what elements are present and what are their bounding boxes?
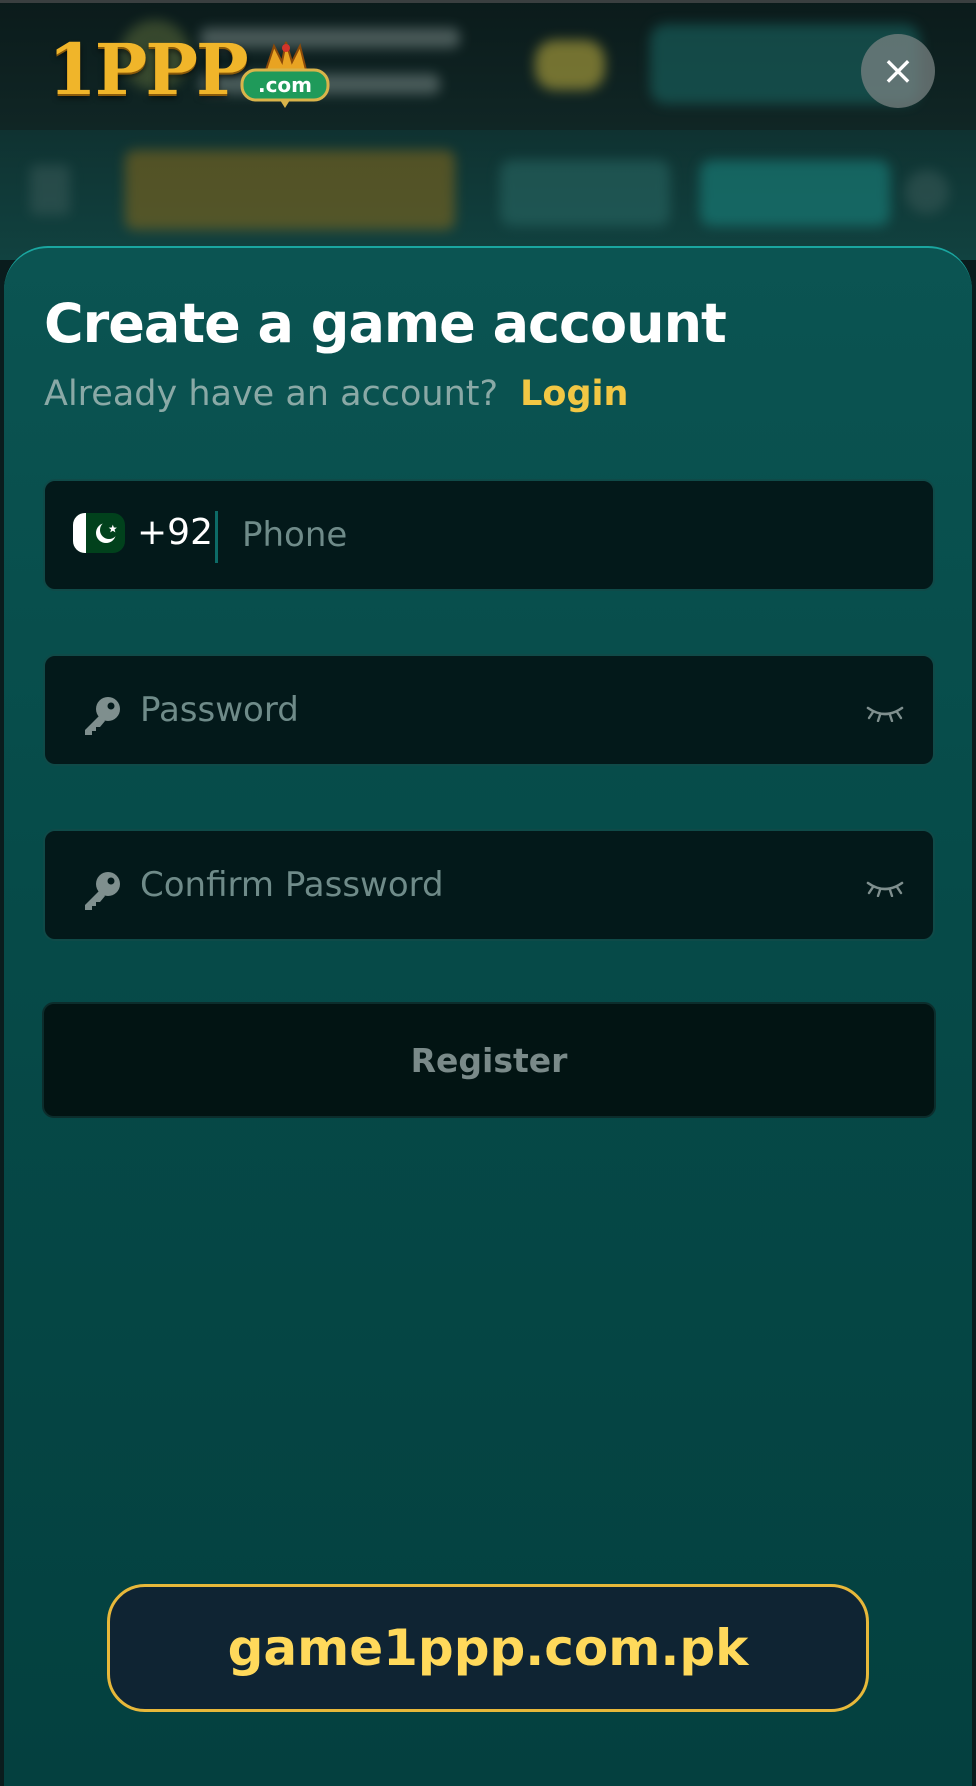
logo-badge-text: .com [258,73,312,97]
dial-code[interactable]: +92 [137,512,213,553]
close-icon: × [881,48,915,94]
register-sheet: Create a game account Already have an ac… [4,246,972,1786]
phone-input[interactable] [242,481,902,589]
background-blur-login [500,160,670,226]
logo-text: 1PPP [48,28,249,111]
confirm-password-field [43,829,935,941]
key-icon [85,872,120,910]
password-field [43,654,935,766]
brand-logo: 1PPP .com [48,28,330,111]
page-title: Create a game account [44,292,727,355]
password-input[interactable] [140,656,820,764]
background-blur-logo [125,150,455,230]
close-button[interactable]: × [861,34,935,108]
site-watermark: game1ppp.com.pk [107,1584,869,1712]
key-icon [85,697,120,735]
background-blur-icon [905,170,949,214]
logo-badge-icon: .com [240,41,330,108]
confirm-password-input[interactable] [140,831,820,939]
login-prompt-text: Already have an account? [44,374,499,414]
background-top-line [0,0,976,3]
background-blur-icon [535,40,605,90]
background-blur-menu [30,165,70,215]
register-button[interactable]: Register [42,1002,936,1118]
login-link[interactable]: Login [520,374,628,414]
pakistan-flag-icon[interactable] [73,513,125,553]
field-divider [215,511,218,563]
eye-closed-icon[interactable] [865,702,905,722]
eye-closed-icon[interactable] [865,877,905,897]
phone-field: +92 [43,479,935,591]
login-prompt: Already have an account? Login [44,374,628,414]
background-blur-register [700,160,890,226]
